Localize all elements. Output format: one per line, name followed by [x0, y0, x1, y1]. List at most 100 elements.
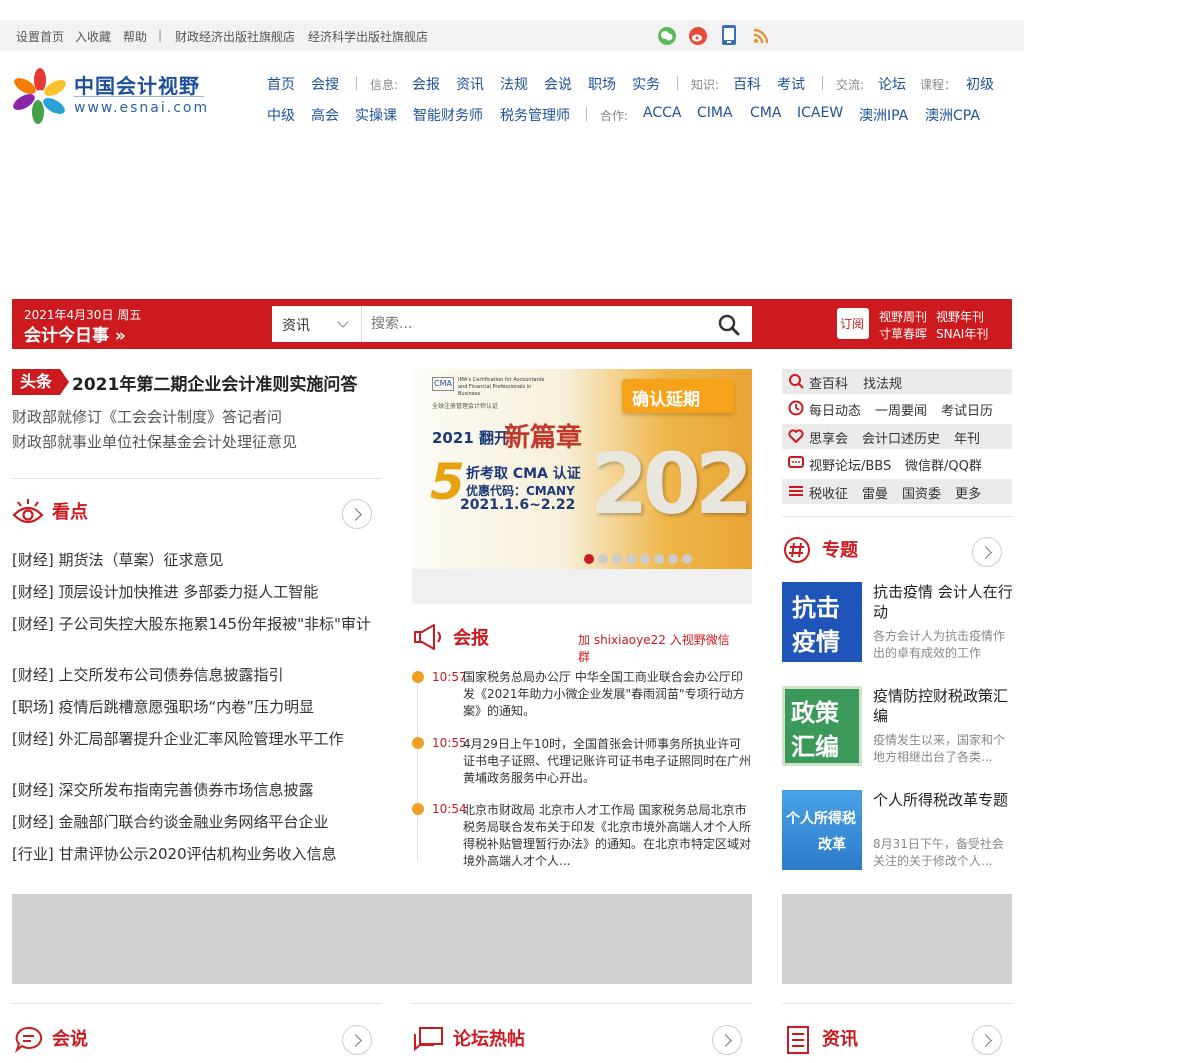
carousel-dot[interactable] [682, 554, 692, 564]
carousel-dot[interactable] [640, 554, 650, 564]
kuaibao-text[interactable]: 北京市财政局 北京市人才工作局 国家税务总局北京市税务局联合发布关于印发《北京市… [463, 802, 753, 870]
headline-sub-2[interactable]: 财政部就事业单位社保基金会计处理征意见 [12, 431, 297, 452]
add-favorite-link[interactable]: 入收藏 [75, 28, 111, 45]
zixun-more-button[interactable] [972, 1025, 1002, 1055]
zhuanti-image-policy[interactable]: 政策 汇编 [782, 686, 862, 766]
quicklink-lehman[interactable]: 雷曼 [862, 483, 888, 502]
app-icon[interactable] [722, 25, 736, 45]
nav-fagui[interactable]: 法规 [500, 74, 528, 94]
quicklink-fagui[interactable]: 找法规 [863, 373, 902, 392]
cma-promo-banner[interactable]: CMA IMA's Certification for Accountants … [412, 369, 752, 569]
news-item[interactable]: [职场] 疫情后跳槽意愿强职场“内卷”压力明显 [12, 696, 374, 717]
nav-zhichang[interactable]: 职场 [588, 74, 616, 94]
subscribe-button[interactable]: 订阅 [837, 308, 869, 339]
kuaibao-text[interactable]: 4月29日上午10时，全国首张会计师事务所执业许可证书电子证照、代理记账许可证书… [463, 736, 753, 787]
quicklink-daily[interactable]: 每日动态 [809, 400, 861, 419]
wechat-group-link[interactable]: 加 shixiaoye22 入视野微信群 [578, 632, 738, 666]
rss-icon[interactable] [752, 27, 770, 45]
quicklink-calendar[interactable]: 考试日历 [941, 400, 993, 419]
today-title[interactable]: 会计今日事 » [24, 321, 126, 346]
zhuanti-more-button[interactable] [972, 537, 1002, 567]
nav-baike[interactable]: 百科 [733, 74, 761, 94]
carousel-dot[interactable] [626, 554, 636, 564]
zhuanti-item-title[interactable]: 抗击疫情 会计人在行动 [873, 582, 1013, 622]
quicklink-sasac[interactable]: 国资委 [902, 483, 941, 502]
nav-luntan[interactable]: 论坛 [878, 74, 906, 94]
nav-chuji[interactable]: 初级 [966, 74, 994, 94]
quicklink-niankan[interactable]: 年刊 [954, 428, 980, 447]
nav-gaohui[interactable]: 高会 [311, 105, 339, 125]
weibo-icon[interactable] [689, 27, 707, 45]
headline-title[interactable]: 2021年第二期企业会计准则实施问答 [72, 370, 358, 394]
nav-huibao[interactable]: 会报 [412, 74, 440, 94]
nav-kaoshi[interactable]: 考试 [777, 74, 805, 94]
news-item[interactable]: [财经] 期货法（草案）征求意见 [12, 549, 374, 570]
news-item[interactable]: [财经] 深交所发布指南完善债券市场信息披露 [12, 779, 374, 800]
weekly-link[interactable]: 视野周刊 [879, 308, 927, 325]
caizheng-store-link[interactable]: 财政经济出版社旗舰店 [175, 28, 295, 45]
kuaibao-text[interactable]: 国家税务总局办公厅 中华全国工商业联合会办公厅印发《2021年助力小微企业发展"… [463, 669, 753, 720]
zhuanti-image-iit[interactable]: 个人所得税 改革 [782, 790, 862, 870]
nav-acca[interactable]: ACCA [643, 105, 681, 121]
nav-huishuo[interactable]: 会说 [544, 74, 572, 94]
news-item[interactable]: [行业] 甘肃评协公示2020评估机构业务收入信息 [12, 843, 374, 864]
nav-shicaoke[interactable]: 实操课 [355, 105, 397, 125]
set-homepage-link[interactable]: 设置首页 [16, 28, 64, 45]
ad-placeholder[interactable] [12, 894, 752, 984]
site-logo[interactable]: 中国会计视野 www.esnai.com [12, 66, 212, 126]
banner-caption-strip [412, 569, 752, 604]
news-item[interactable]: [财经] 金融部门联合约谈金融业务网络平台企业 [12, 811, 374, 832]
nav-shuiwu[interactable]: 税务管理师 [500, 105, 570, 125]
search-input[interactable] [362, 306, 752, 342]
huishuo-more-button[interactable] [342, 1025, 372, 1055]
subscribe-label: 订阅 [840, 317, 865, 331]
cuncao-link[interactable]: 寸草春晖 [879, 325, 927, 342]
nav-zixun[interactable]: 资讯 [456, 74, 484, 94]
carousel-dot[interactable] [654, 554, 664, 564]
luntan-more-button[interactable] [712, 1025, 742, 1055]
quicklink-weekly[interactable]: 一周要闻 [875, 400, 927, 419]
ad-placeholder[interactable] [782, 894, 1012, 984]
news-item[interactable]: [财经] 子公司失控大股东拖累145份年报被"非标"审计 [12, 613, 374, 634]
quicklink-more[interactable]: 更多 [955, 483, 981, 502]
nav-cma[interactable]: CMA [750, 105, 781, 121]
quicklink-wechat-qq[interactable]: 微信群/QQ群 [905, 455, 982, 474]
annual-link[interactable]: 视野年刊 [936, 308, 984, 325]
quicklink-history[interactable]: 会计口述历史 [862, 428, 940, 447]
carousel-dot[interactable] [598, 554, 608, 564]
zhuanti-item-title[interactable]: 疫情防控财税政策汇编 [873, 686, 1013, 726]
news-item[interactable]: [财经] 外汇局部署提升企业汇率风险管理水平工作 [12, 728, 374, 749]
headline-sub-1[interactable]: 财政部就修订《工会会计制度》答记者问 [12, 406, 282, 427]
nav-home[interactable]: 首页 [267, 74, 295, 94]
nav-cpa[interactable]: 澳洲CPA [925, 105, 980, 125]
nav-huisou[interactable]: 会搜 [311, 74, 339, 94]
carousel-dot[interactable] [668, 554, 678, 564]
jingji-store-link[interactable]: 经济科学出版社旗舰店 [308, 28, 428, 45]
zhuanti-image-kangyi[interactable]: 抗击 疫情 [782, 582, 862, 662]
news-item[interactable]: [财经] 顶层设计加快推进 多部委力挺人工智能 [12, 581, 374, 602]
hashtag-icon [784, 537, 810, 563]
quicklink-tax[interactable]: 税收征 [809, 483, 848, 502]
nav-icaew[interactable]: ICAEW [797, 105, 843, 121]
news-item[interactable]: [财经] 上交所发布公司债券信息披露指引 [12, 664, 374, 685]
quicklink-bbs[interactable]: 视野论坛/BBS [809, 455, 891, 474]
nav-know-label: 知识: [691, 78, 720, 92]
nav-ipa[interactable]: 澳洲IPA [859, 105, 908, 125]
zhuanti-item-title[interactable]: 个人所得税改革专题 [873, 790, 1013, 810]
nav-shiwu[interactable]: 实务 [632, 74, 660, 94]
nav-cima[interactable]: CIMA [697, 105, 733, 121]
nav-zhongji[interactable]: 中级 [267, 105, 295, 125]
carousel-dot-active[interactable] [584, 554, 594, 564]
quicklink-sixianghui[interactable]: 思享会 [809, 428, 848, 447]
snai-annual-link[interactable]: SNAI年刊 [936, 325, 988, 342]
top-bar: 设置首页 入收藏 帮助 | 财政经济出版社旗舰店 经济科学出版社旗舰店 [0, 20, 1024, 51]
kuaibao-time: 10:54 [432, 802, 467, 816]
wechat-icon[interactable] [658, 27, 676, 45]
search-category-select[interactable]: 资讯 [272, 306, 362, 342]
search-icon[interactable] [717, 313, 741, 337]
nav-zhineng[interactable]: 智能财务师 [413, 105, 483, 125]
carousel-dot[interactable] [612, 554, 622, 564]
kandian-more-button[interactable] [342, 499, 372, 529]
help-link[interactable]: 帮助 [123, 28, 147, 45]
quicklink-baike[interactable]: 查百科 [809, 373, 848, 392]
